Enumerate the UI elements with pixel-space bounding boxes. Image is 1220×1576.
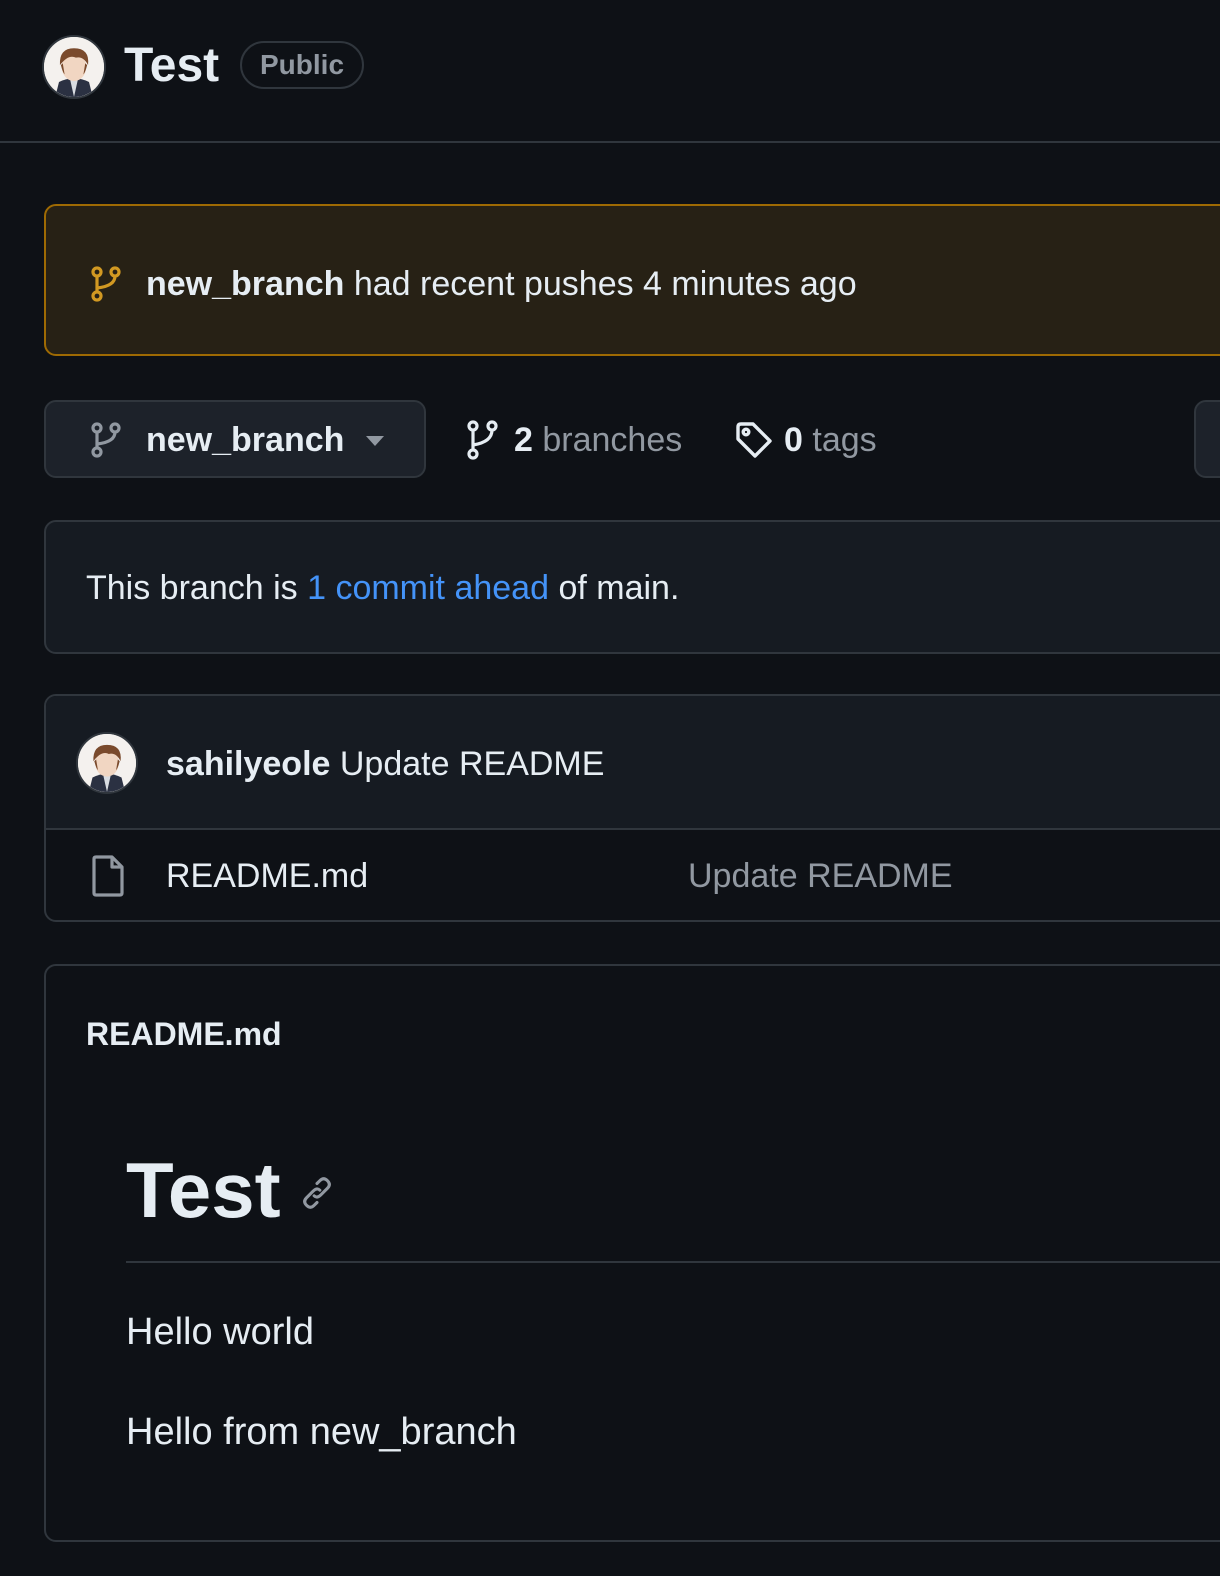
tags-label: tags bbox=[812, 421, 877, 459]
code-button-partial[interactable] bbox=[1194, 400, 1220, 478]
latest-commit-row: sahilyeole Update README bbox=[46, 696, 1220, 830]
readme-heading: Test bbox=[126, 1146, 281, 1234]
commit-author-avatar[interactable] bbox=[76, 732, 138, 794]
branch-ahead-notice: This branch is 1 commit ahead of main. bbox=[44, 520, 1220, 654]
repo-name[interactable]: Test bbox=[124, 34, 219, 98]
recent-pushes-message: had recent pushes 4 minutes ago bbox=[353, 265, 857, 303]
ahead-suffix: of main. bbox=[558, 569, 680, 607]
commit-message[interactable]: Update README bbox=[340, 745, 605, 783]
file-icon bbox=[92, 855, 124, 897]
ahead-prefix: This branch is bbox=[86, 569, 298, 607]
heading-divider bbox=[126, 1261, 1220, 1263]
tags-count: 0 bbox=[784, 421, 803, 459]
avatar-image bbox=[44, 37, 104, 97]
branch-selector-button[interactable]: new_branch bbox=[44, 400, 426, 478]
recent-pushes-banner: new_branch had recent pushes 4 minutes a… bbox=[44, 204, 1220, 356]
tag-icon bbox=[736, 422, 772, 458]
avatar-image bbox=[78, 734, 136, 792]
branches-label: branches bbox=[542, 421, 683, 459]
file-commit-message[interactable]: Update README bbox=[688, 852, 953, 900]
git-branch-icon bbox=[91, 422, 121, 458]
pushed-branch-name[interactable]: new_branch bbox=[146, 265, 344, 303]
git-branch-icon bbox=[467, 420, 498, 460]
readme-paragraph: Hello from new_branch bbox=[126, 1411, 517, 1453]
current-branch-label: new_branch bbox=[146, 421, 345, 459]
file-name[interactable]: README.md bbox=[166, 852, 368, 900]
readme-panel: README.md Test Hello world Hello from ne… bbox=[44, 964, 1220, 1542]
commits-ahead-link[interactable]: 1 commit ahead bbox=[307, 569, 549, 607]
branches-count: 2 bbox=[514, 421, 533, 459]
commit-author[interactable]: sahilyeole bbox=[166, 745, 330, 783]
git-branch-icon bbox=[91, 266, 121, 302]
visibility-badge: Public bbox=[240, 41, 365, 89]
file-list: sahilyeole Update README README.md Updat… bbox=[44, 694, 1220, 922]
owner-avatar[interactable] bbox=[42, 35, 106, 99]
link-icon[interactable] bbox=[298, 1174, 336, 1212]
recent-pushes-text: new_branch had recent pushes 4 minutes a… bbox=[146, 260, 857, 308]
readme-file-title[interactable]: README.md bbox=[86, 1010, 282, 1058]
readme-paragraph: Hello world bbox=[126, 1311, 314, 1353]
caret-down-icon bbox=[366, 436, 384, 446]
file-row[interactable]: README.md Update README bbox=[46, 830, 1220, 920]
repo-header: Test Public bbox=[0, 0, 1220, 143]
